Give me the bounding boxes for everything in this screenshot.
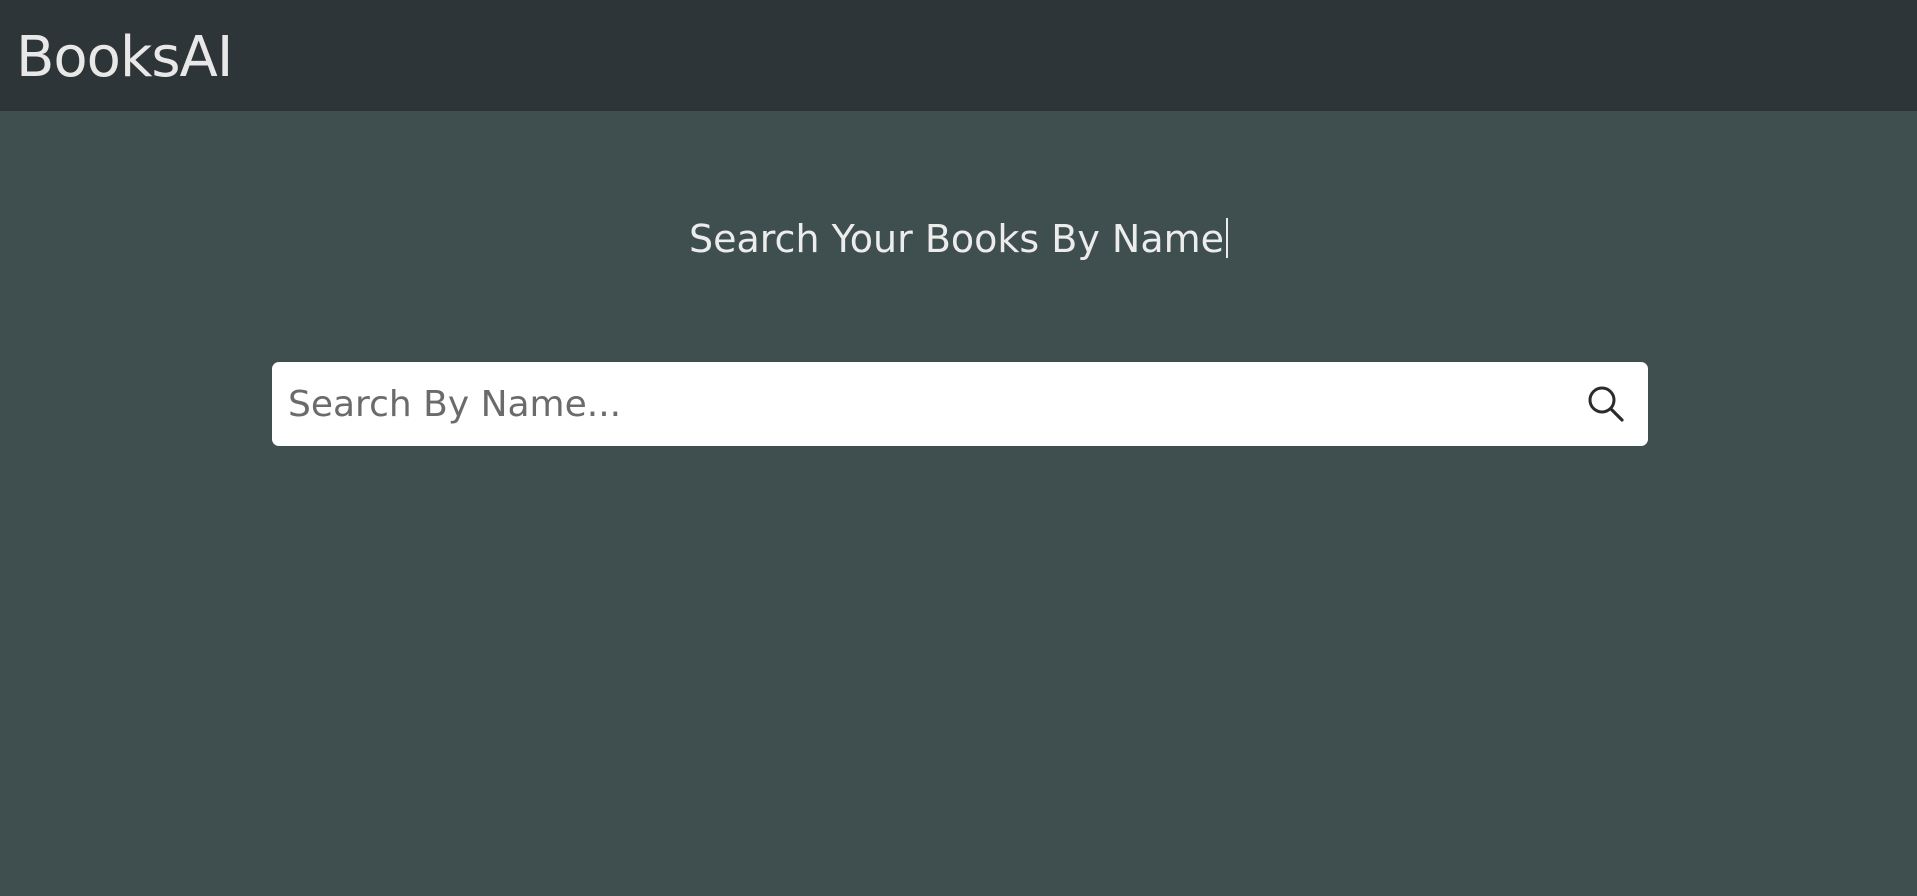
search-icon bbox=[1588, 386, 1624, 422]
page-title: Search Your Books By Name bbox=[0, 214, 1917, 264]
search-input[interactable] bbox=[288, 362, 1538, 446]
navbar: BooksAI bbox=[0, 0, 1917, 111]
page-title-text: Search Your Books By Name bbox=[688, 217, 1225, 261]
search-button[interactable] bbox=[1584, 382, 1628, 426]
text-cursor bbox=[1226, 218, 1229, 258]
brand-logo-text[interactable]: BooksAI bbox=[16, 24, 233, 92]
search-bar bbox=[272, 362, 1648, 446]
